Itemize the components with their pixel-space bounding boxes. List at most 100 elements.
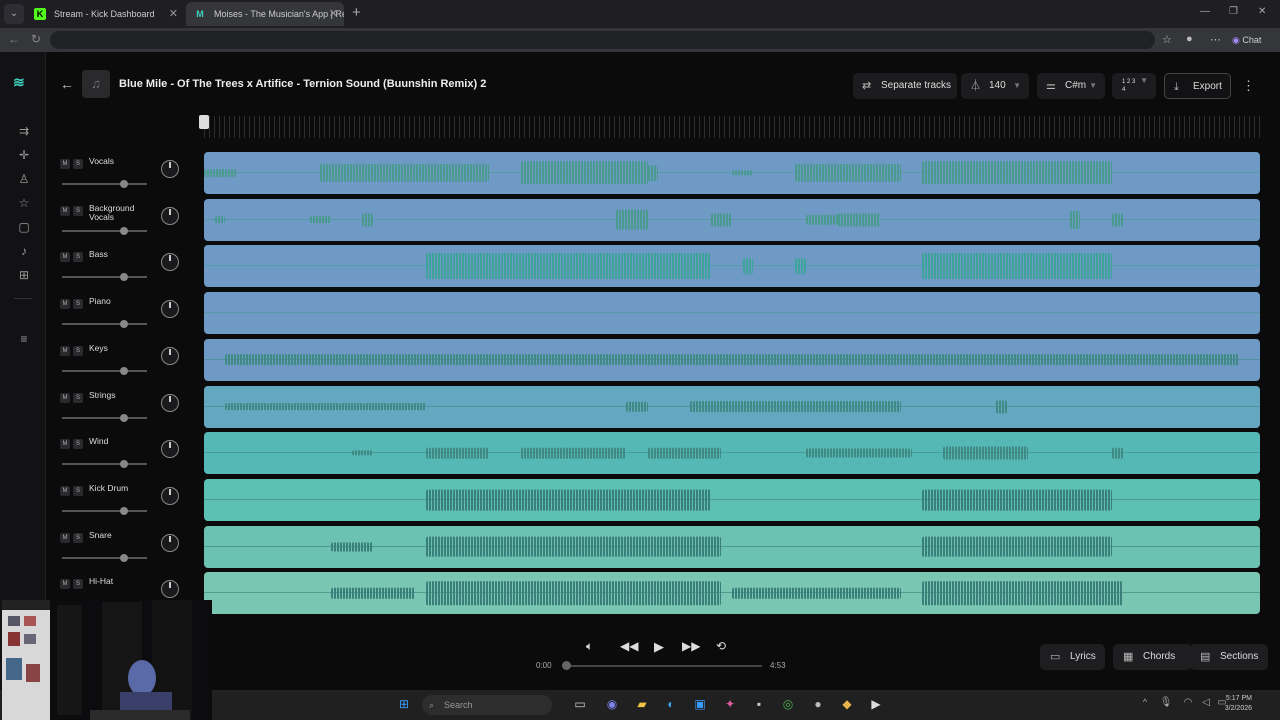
volume-slider-handle[interactable]: [120, 226, 128, 235]
lyrics-button[interactable]: ▭ Lyrics: [1040, 644, 1105, 670]
volume-slider[interactable]: [62, 276, 147, 279]
volume-slider-handle[interactable]: [120, 273, 128, 282]
waveform-lane[interactable]: [204, 245, 1260, 288]
volume-slider-handle[interactable]: [120, 180, 128, 188]
volume-slider-handle[interactable]: [120, 506, 128, 515]
tab-search-icon[interactable]: ⌄: [4, 4, 24, 24]
volume-slider[interactable]: [62, 556, 147, 559]
mute-button[interactable]: M: [60, 392, 70, 403]
star-icon[interactable]: ☆: [16, 196, 32, 210]
time-signature-button[interactable]: 1 2 3 4 ▼: [1112, 73, 1156, 99]
pan-knob[interactable]: [161, 206, 179, 225]
volume-slider[interactable]: [62, 416, 147, 419]
guitar-icon[interactable]: ♪: [16, 244, 32, 258]
sections-button[interactable]: ▤ Sections: [1190, 644, 1268, 670]
close-window-icon[interactable]: ✕: [1258, 6, 1266, 17]
volume-slider[interactable]: [62, 229, 147, 232]
solo-button[interactable]: S: [73, 205, 83, 216]
solo-button[interactable]: S: [73, 439, 83, 450]
chords-button[interactable]: ▦ Chords: [1113, 644, 1192, 670]
browser-tab-kick[interactable]: K Stream - Kick Dashboard ✕: [26, 2, 184, 26]
more-options-icon[interactable]: ⋮: [1242, 78, 1255, 94]
solo-button[interactable]: S: [73, 392, 83, 403]
store-icon[interactable]: ▣: [692, 697, 708, 711]
mute-button[interactable]: M: [60, 345, 70, 356]
restore-icon[interactable]: ❐: [1229, 6, 1238, 17]
profile-icon[interactable]: ●: [1186, 33, 1193, 45]
volume-slider-handle[interactable]: [120, 553, 128, 562]
chrome-icon[interactable]: ◎: [780, 697, 796, 711]
pan-knob[interactable]: [161, 160, 179, 178]
mute-button[interactable]: M: [60, 159, 70, 169]
speaker-icon[interactable]: ◁: [1198, 697, 1214, 708]
taskbar-search[interactable]: ⌕ Search: [422, 695, 552, 715]
seek-bar[interactable]: [566, 665, 762, 667]
waveform-lane[interactable]: [204, 525, 1260, 568]
solo-button[interactable]: S: [73, 159, 83, 169]
taskbar-clock[interactable]: 5:17 PM 3/2/2026: [1225, 694, 1252, 714]
waveform-lane[interactable]: [204, 432, 1260, 475]
more-icon[interactable]: ⋯: [1210, 33, 1221, 46]
volume-slider-handle[interactable]: [120, 320, 128, 329]
media-player-icon[interactable]: ▶: [868, 697, 884, 711]
separate-icon[interactable]: ⇉: [16, 124, 32, 138]
pan-knob[interactable]: [161, 440, 179, 459]
timeline-ruler[interactable]: [204, 116, 1260, 138]
bookmark-star-icon[interactable]: ☆: [1162, 33, 1172, 46]
voice-icon[interactable]: ♙: [16, 172, 32, 186]
pan-knob[interactable]: [161, 580, 179, 599]
solo-button[interactable]: S: [73, 532, 83, 543]
pan-knob[interactable]: [161, 393, 179, 412]
pan-knob[interactable]: [161, 533, 179, 552]
mute-button[interactable]: M: [60, 252, 70, 263]
reload-icon[interactable]: ↻: [31, 32, 41, 46]
solo-button[interactable]: S: [73, 579, 83, 590]
mute-button[interactable]: M: [60, 205, 70, 216]
app-icon[interactable]: ◆: [839, 697, 855, 711]
key-button[interactable]: ⚌ C#m ▼: [1037, 73, 1105, 99]
loop-icon[interactable]: ⟲: [716, 639, 726, 653]
minimize-icon[interactable]: —: [1200, 6, 1210, 17]
apps-icon[interactable]: ⊞: [16, 268, 32, 282]
chat-button[interactable]: ◉ Chat: [1232, 31, 1261, 49]
windows-start-icon[interactable]: ⊞: [396, 697, 412, 711]
rewind-icon[interactable]: ◀◀: [620, 639, 638, 653]
volume-slider[interactable]: [62, 369, 147, 372]
edge-icon[interactable]: ◐: [663, 697, 679, 711]
volume-slider-handle[interactable]: [120, 413, 128, 422]
volume-icon[interactable]: 🔈︎: [586, 639, 593, 654]
back-arrow-icon[interactable]: ←: [60, 76, 74, 92]
moises-logo-icon[interactable]: ≋: [13, 74, 25, 91]
copilot-icon[interactable]: ✦: [722, 697, 738, 711]
playlist-icon[interactable]: ≡: [16, 332, 32, 346]
close-tab-icon[interactable]: ✕: [169, 2, 178, 26]
volume-slider[interactable]: [62, 323, 147, 326]
volume-slider-handle[interactable]: [120, 460, 128, 469]
bpm-button[interactable]: ⏃ 140 ▼: [961, 73, 1029, 99]
wifi-icon[interactable]: ◠: [1180, 697, 1196, 708]
waveform-lane[interactable]: [204, 198, 1260, 241]
waveform-lane[interactable]: [204, 338, 1260, 381]
solo-button[interactable]: S: [73, 252, 83, 263]
url-input[interactable]: [50, 31, 1155, 49]
volume-slider[interactable]: [62, 183, 147, 185]
waveform-lane[interactable]: [204, 572, 1260, 615]
pan-knob[interactable]: [161, 486, 179, 505]
seek-handle[interactable]: [562, 661, 571, 670]
mute-button[interactable]: M: [60, 299, 70, 310]
pan-knob[interactable]: [161, 253, 179, 272]
microphone-icon[interactable]: 🎙︎: [1158, 697, 1174, 708]
playhead[interactable]: [199, 115, 209, 129]
separate-tracks-button[interactable]: ⇄ Separate tracks: [853, 73, 957, 99]
volume-slider[interactable]: [62, 463, 147, 466]
mute-button[interactable]: M: [60, 532, 70, 543]
master-icon[interactable]: ✛: [16, 148, 32, 162]
pan-knob[interactable]: [161, 346, 179, 365]
mute-button[interactable]: M: [60, 579, 70, 590]
live-app-icon[interactable]: ▪: [751, 697, 767, 711]
waveform-lane[interactable]: [204, 292, 1260, 335]
mute-button[interactable]: M: [60, 485, 70, 496]
fast-forward-icon[interactable]: ▶▶: [682, 639, 700, 653]
task-view-icon[interactable]: ▭: [572, 697, 588, 711]
file-explorer-icon[interactable]: ▰: [634, 697, 650, 711]
